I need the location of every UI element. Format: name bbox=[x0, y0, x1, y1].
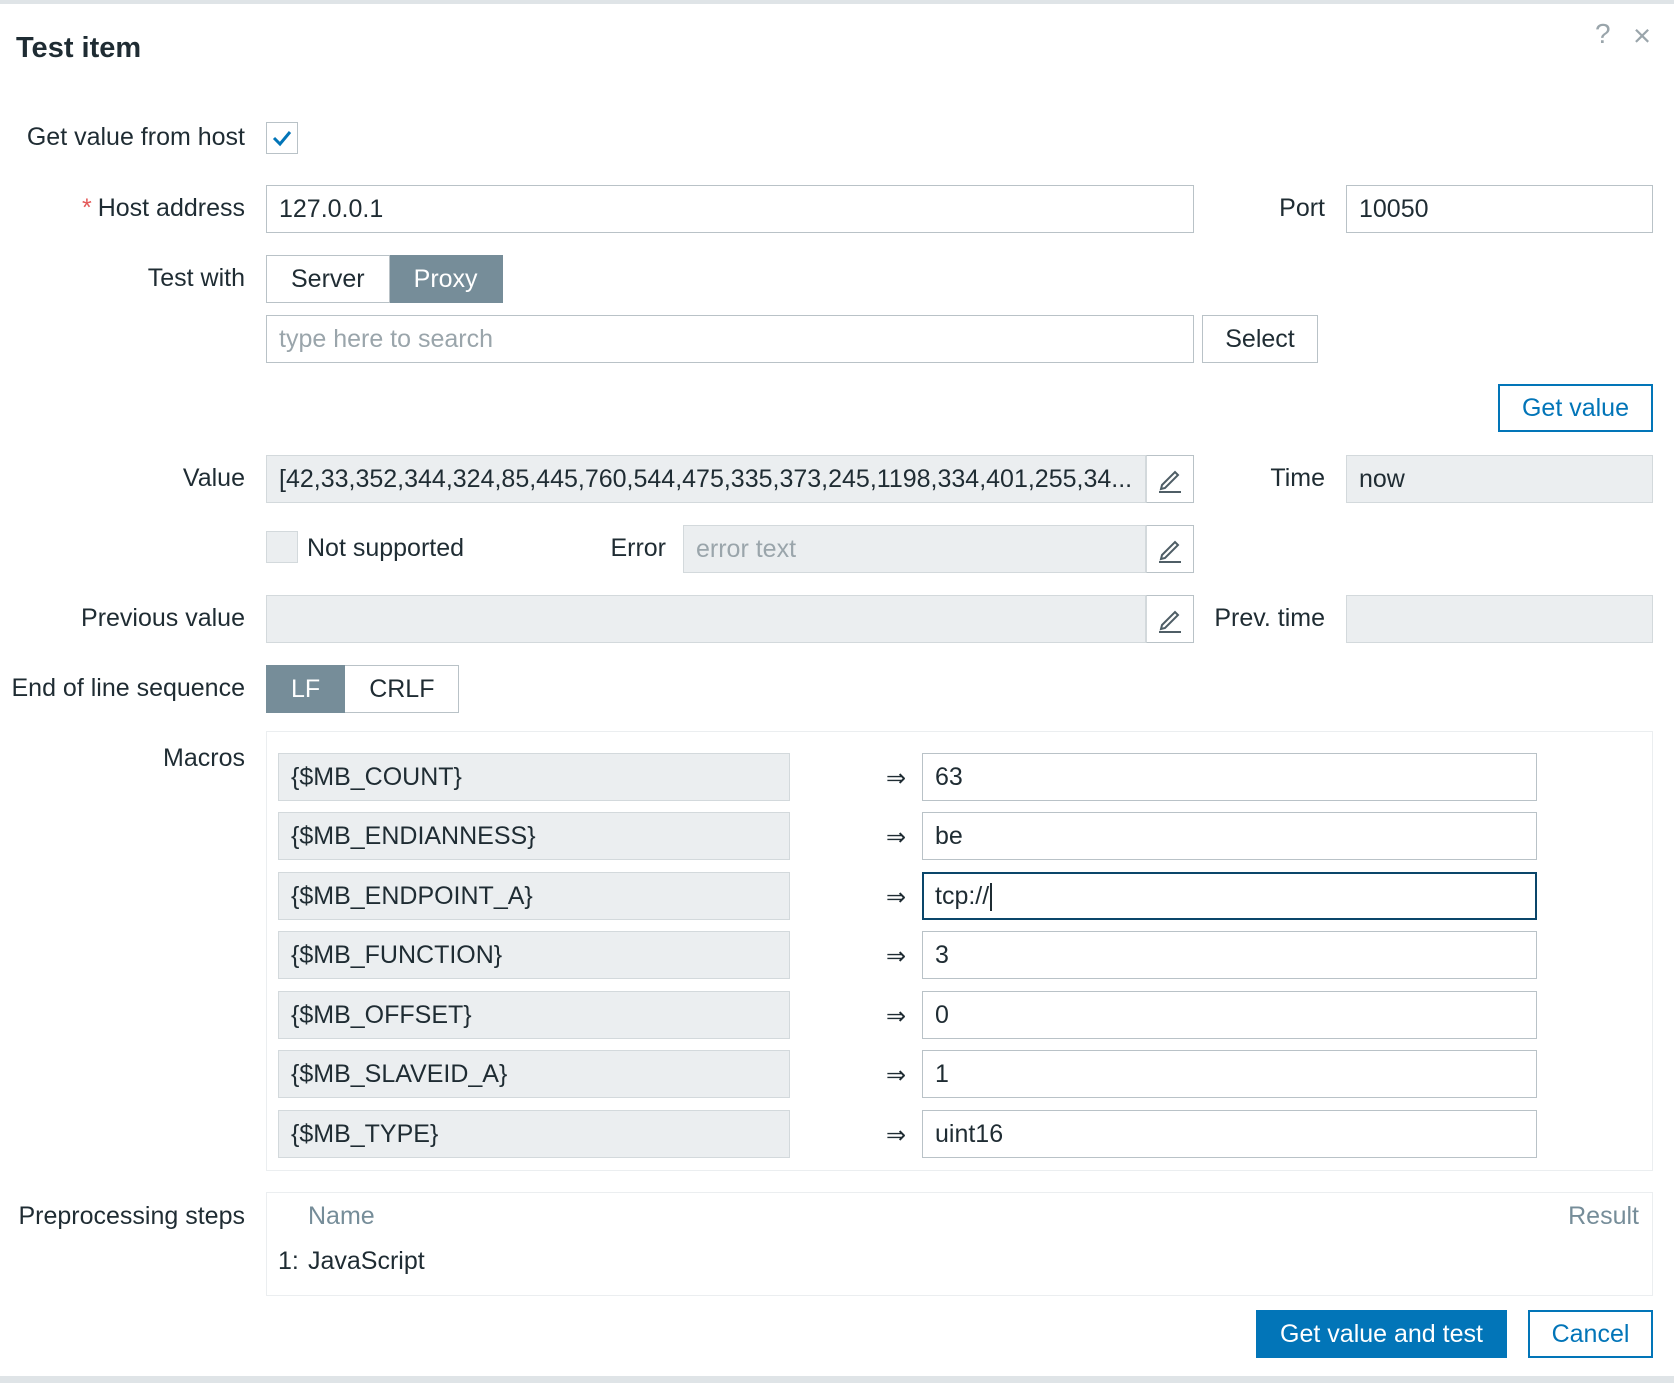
time-label: Time bbox=[1270, 464, 1325, 492]
step-name: JavaScript bbox=[308, 1247, 425, 1275]
macro-name: {$MB_OFFSET} bbox=[278, 991, 790, 1039]
dialog-title: Test item bbox=[16, 32, 142, 64]
test-item-dialog: Test item ? × Get value from host * Host … bbox=[0, 0, 1674, 1383]
port-input[interactable]: 10050 bbox=[1346, 185, 1653, 233]
macro-name: {$MB_FUNCTION} bbox=[278, 931, 790, 979]
eol-crlf-option[interactable]: CRLF bbox=[345, 665, 460, 713]
macro-name: {$MB_SLAVEID_A} bbox=[278, 1050, 790, 1098]
prev-time-field bbox=[1346, 595, 1653, 643]
macro-arrow-icon: ⇒ bbox=[886, 1062, 907, 1089]
macro-name: {$MB_TYPE} bbox=[278, 1110, 790, 1158]
macro-arrow-icon: ⇒ bbox=[886, 1003, 907, 1030]
error-label: Error bbox=[610, 534, 666, 562]
proxy-search-input[interactable]: type here to search bbox=[266, 315, 1194, 363]
macro-value-input[interactable]: 0 bbox=[922, 991, 1537, 1039]
cancel-button[interactable]: Cancel bbox=[1528, 1310, 1653, 1358]
value-field[interactable]: [42,33,352,344,324,85,445,760,544,475,33… bbox=[266, 455, 1146, 503]
macro-arrow-icon: ⇒ bbox=[886, 884, 907, 911]
test-with-proxy-option[interactable]: Proxy bbox=[389, 255, 503, 303]
step-number: 1: bbox=[278, 1247, 299, 1275]
error-edit-button[interactable] bbox=[1146, 525, 1194, 573]
close-icon[interactable]: × bbox=[1633, 18, 1651, 54]
prev-time-label: Prev. time bbox=[1214, 604, 1325, 632]
eol-lf-option[interactable]: LF bbox=[266, 665, 346, 713]
not-supported-checkbox[interactable] bbox=[266, 531, 298, 563]
help-icon[interactable]: ? bbox=[1595, 18, 1611, 50]
column-header-result: Result bbox=[1568, 1202, 1639, 1230]
not-supported-label: Not supported bbox=[307, 534, 465, 562]
eol-label: End of line sequence bbox=[11, 674, 245, 702]
macro-arrow-icon: ⇒ bbox=[886, 1122, 907, 1149]
macro-value-input[interactable]: 3 bbox=[922, 931, 1537, 979]
value-label: Value bbox=[182, 464, 245, 492]
value-edit-button[interactable] bbox=[1146, 455, 1194, 503]
error-field[interactable]: error text bbox=[683, 525, 1146, 573]
previous-value-field bbox=[266, 595, 1146, 643]
macro-arrow-icon: ⇒ bbox=[886, 943, 907, 970]
macro-value-input-focused[interactable]: tcp:// bbox=[922, 872, 1537, 920]
macro-value-input[interactable]: 63 bbox=[922, 753, 1537, 801]
get-value-from-host-checkbox[interactable] bbox=[266, 122, 298, 154]
previous-value-label: Previous value bbox=[81, 604, 245, 632]
time-field: now bbox=[1346, 455, 1653, 503]
host-address-input[interactable]: 127.0.0.1 bbox=[266, 185, 1194, 233]
required-mark: * bbox=[81, 194, 92, 222]
macro-arrow-icon: ⇒ bbox=[886, 765, 907, 792]
get-value-and-test-button[interactable]: Get value and test bbox=[1256, 1310, 1507, 1358]
macro-value-input[interactable]: 1 bbox=[922, 1050, 1537, 1098]
port-label: Port bbox=[1279, 194, 1325, 222]
checkmark-icon bbox=[272, 131, 292, 147]
macro-value-input[interactable]: uint16 bbox=[922, 1110, 1537, 1158]
macro-arrow-icon: ⇒ bbox=[886, 824, 907, 851]
get-value-from-host-label: Get value from host bbox=[26, 123, 245, 151]
macro-name: {$MB_ENDPOINT_A} bbox=[278, 872, 790, 920]
macros-label: Macros bbox=[163, 744, 245, 772]
macro-name: {$MB_ENDIANNESS} bbox=[278, 812, 790, 860]
get-value-button[interactable]: Get value bbox=[1498, 384, 1653, 432]
pencil-icon bbox=[1159, 540, 1181, 563]
test-with-server-option[interactable]: Server bbox=[266, 255, 390, 303]
pencil-icon bbox=[1159, 610, 1181, 633]
proxy-select-button[interactable]: Select bbox=[1202, 315, 1318, 363]
test-with-toggle: Server Proxy bbox=[266, 255, 503, 303]
macro-value-input[interactable]: be bbox=[922, 812, 1537, 860]
eol-toggle: LF CRLF bbox=[266, 665, 460, 713]
pencil-icon bbox=[1159, 470, 1181, 493]
column-header-name: Name bbox=[308, 1202, 375, 1230]
macro-name: {$MB_COUNT} bbox=[278, 753, 790, 801]
test-with-label: Test with bbox=[147, 264, 245, 292]
host-address-label: * Host address bbox=[81, 194, 245, 222]
previous-value-edit-button[interactable] bbox=[1146, 595, 1194, 643]
preprocessing-table bbox=[266, 1192, 1653, 1296]
text-caret bbox=[990, 883, 993, 912]
dialog-bottom-edge bbox=[0, 1376, 1674, 1383]
preprocessing-label: Preprocessing steps bbox=[18, 1202, 245, 1230]
